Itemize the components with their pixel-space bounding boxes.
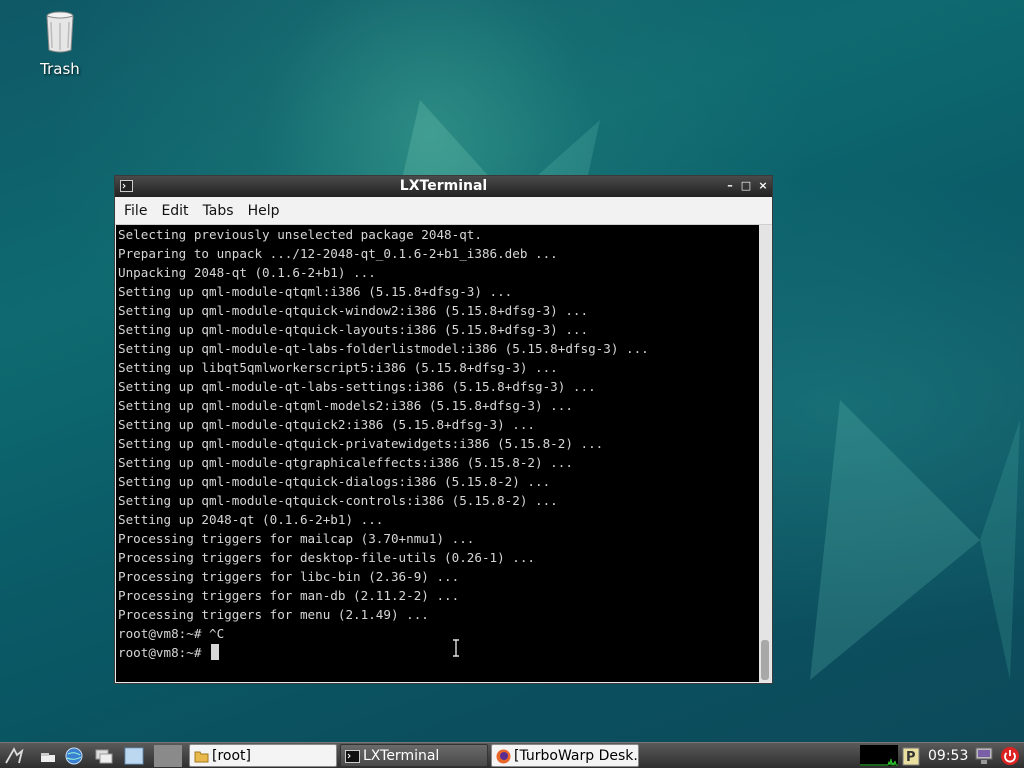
- terminal-line: Processing triggers for libc-bin (2.36-9…: [118, 569, 460, 584]
- terminal-icon: [345, 750, 360, 763]
- terminal-line: Processing triggers for desktop-file-uti…: [118, 550, 536, 565]
- terminal-line: Processing triggers for menu (2.1.49) ..…: [118, 607, 429, 622]
- terminal-line: Setting up qml-module-qtquick-controls:i…: [118, 493, 558, 508]
- terminal-line: Selecting previously unselected package …: [118, 227, 482, 242]
- workspace-pager[interactable]: [154, 745, 182, 767]
- scrollbar-thumb[interactable]: [761, 640, 769, 680]
- task-button-lxterminal[interactable]: LXTerminal: [340, 744, 488, 767]
- trash-icon: [46, 11, 74, 53]
- text-cursor: [211, 644, 219, 660]
- terminal-line: Setting up qml-module-qtquick-privatewid…: [118, 436, 604, 451]
- folder-icon: [194, 751, 209, 763]
- lock-screen-icon[interactable]: [974, 746, 994, 766]
- task-label: [root]: [212, 748, 251, 764]
- workspace-icon[interactable]: [124, 746, 144, 766]
- terminal-line: Setting up qml-module-qt-labs-settings:i…: [118, 379, 596, 394]
- svg-text:P: P: [906, 750, 916, 765]
- taskbar: [root] LXTerminal [TurboWarp Desk... P 0…: [0, 742, 1024, 768]
- menu-icon[interactable]: [4, 746, 24, 766]
- lxterminal-window[interactable]: LXTerminal – □ × File Edit Tabs Help Sel…: [114, 175, 773, 684]
- window-titlebar[interactable]: LXTerminal – □ ×: [115, 176, 772, 197]
- browser-icon[interactable]: [64, 746, 84, 766]
- terminal-line: Preparing to unpack .../12-2048-qt_0.1.6…: [118, 246, 558, 261]
- terminal-line: root@vm8:~# ^C: [118, 626, 225, 641]
- desktop-icon-trash[interactable]: Trash: [30, 10, 90, 78]
- clipboard-icon[interactable]: P: [902, 746, 920, 766]
- terminal-line: Setting up qml-module-qtqml-models2:i386…: [118, 398, 573, 413]
- terminal-line: Setting up qml-module-qt-labs-folderlist…: [118, 341, 649, 356]
- wallpaper-facet: [810, 400, 1020, 680]
- desktop-icon-label: Trash: [40, 60, 80, 78]
- terminal-line: Setting up libqt5qmlworkerscript5:i386 (…: [118, 360, 558, 375]
- firefox-icon: [496, 749, 511, 764]
- menu-bar: File Edit Tabs Help: [115, 197, 772, 225]
- logout-icon[interactable]: [1000, 746, 1020, 766]
- terminal-prompt: root@vm8:~#: [118, 645, 209, 660]
- terminal-line: Setting up qml-module-qtquick-layouts:i3…: [118, 322, 589, 337]
- terminal-line: Processing triggers for man-db (2.11.2-2…: [118, 588, 460, 603]
- window-title: LXTerminal: [399, 178, 488, 194]
- task-button-root[interactable]: [root]: [189, 744, 337, 767]
- task-label: [TurboWarp Desk...: [514, 748, 639, 764]
- terminal-scrollbar[interactable]: [759, 225, 771, 682]
- terminal-line: Setting up qml-module-qtquick-dialogs:i3…: [118, 474, 551, 489]
- file-manager-icon[interactable]: [94, 746, 114, 766]
- menu-help[interactable]: Help: [241, 203, 287, 219]
- clock[interactable]: 09:53: [928, 743, 968, 768]
- terminal-line: Setting up 2048-qt (0.1.6-2+b1) ...: [118, 512, 384, 527]
- menu-edit[interactable]: Edit: [154, 203, 195, 219]
- terminal-prompt-line[interactable]: root@vm8:~#: [116, 643, 759, 662]
- minimize-button[interactable]: –: [723, 179, 737, 193]
- task-label: LXTerminal: [363, 748, 440, 764]
- terminal-line: Unpacking 2048-qt (0.1.6-2+b1) ...: [118, 265, 376, 280]
- task-button-turbowarp[interactable]: [TurboWarp Desk...: [491, 744, 639, 767]
- terminal-line: Setting up qml-module-qtquick-window2:i3…: [118, 303, 589, 318]
- mouse-ibeam-icon: [453, 639, 459, 657]
- terminal-line: Setting up qml-module-qtqml:i386 (5.15.8…: [118, 284, 513, 299]
- menu-tabs[interactable]: Tabs: [196, 203, 241, 219]
- cpu-monitor[interactable]: [860, 745, 898, 766]
- terminal-output[interactable]: Selecting previously unselected package …: [116, 225, 759, 682]
- terminal-line: Setting up qml-module-qtgraphicaleffects…: [118, 455, 573, 470]
- close-button[interactable]: ×: [756, 179, 770, 193]
- terminal-line: Setting up qml-module-qtquick2:i386 (5.1…: [118, 417, 536, 432]
- terminal-line: Processing triggers for mailcap (3.70+nm…: [118, 531, 475, 546]
- show-desktop-icon[interactable]: [38, 746, 58, 766]
- maximize-button[interactable]: □: [739, 179, 753, 193]
- menu-file[interactable]: File: [117, 203, 154, 219]
